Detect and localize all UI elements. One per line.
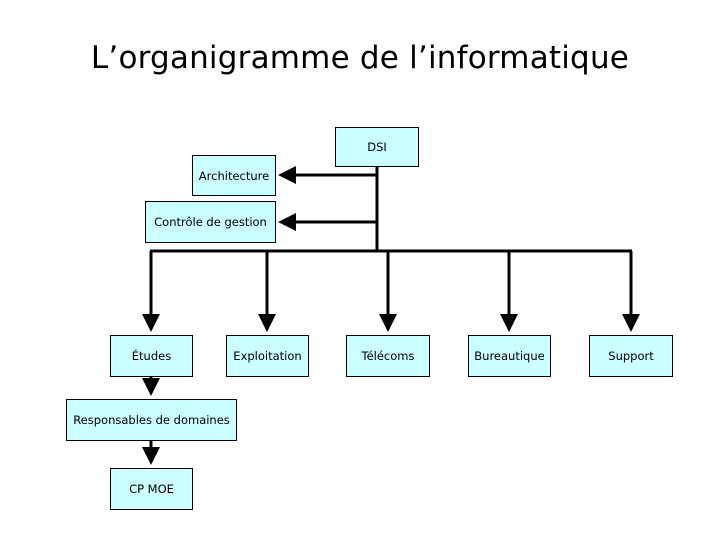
- connector-lines: [142, 166, 640, 465]
- node-cp-moe: CP MOE: [110, 468, 193, 510]
- node-architecture: Architecture: [192, 155, 276, 196]
- node-bureautique: Bureautique: [468, 335, 551, 377]
- node-support: Support: [589, 335, 673, 377]
- node-dsi: DSI: [335, 127, 419, 167]
- node-etudes: Études: [110, 335, 193, 377]
- node-telecoms: Télécoms: [346, 335, 430, 377]
- node-exploitation: Exploitation: [226, 335, 309, 377]
- node-controle-de-gestion: Contrôle de gestion: [145, 201, 276, 243]
- node-responsables-de-domaines: Responsables de domaines: [66, 399, 237, 441]
